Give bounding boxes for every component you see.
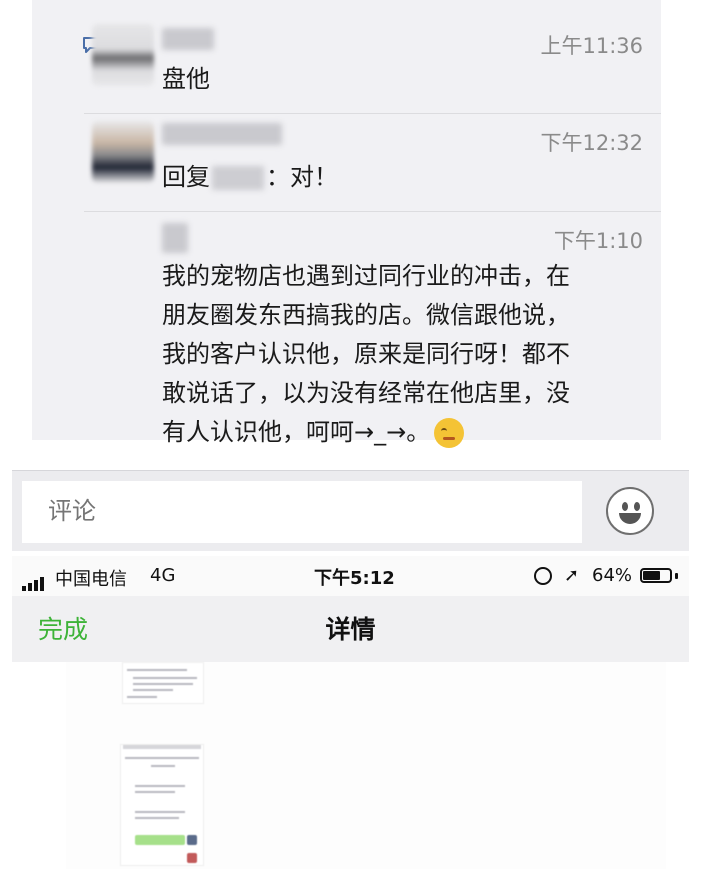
- comment-text: 回复 ：对！: [162, 158, 338, 197]
- comment-panel: 上午11:36 盘他 下午12:32 回复 ：对！ 下午1:10 我的宠物店也遇到…: [32, 0, 661, 448]
- comment-input-bar: [12, 470, 689, 551]
- network-type: 4G: [150, 565, 176, 586]
- avatar[interactable]: [92, 24, 154, 86]
- nav-bar: 完成 详情: [12, 596, 689, 662]
- comment-item[interactable]: 上午11:36 盘他: [32, 0, 661, 110]
- screenshot-thumbnail[interactable]: [120, 744, 204, 866]
- smiley-emoji-icon: [434, 418, 465, 448]
- comment-text: 我的宠物店也遇到过同行业的冲击，在 朋友圈发东西搞我的店。微信跟他说， 我的客户…: [162, 257, 642, 452]
- battery-tip: [675, 573, 678, 579]
- avatar[interactable]: [92, 121, 154, 183]
- comment-time: 下午1:10: [553, 229, 643, 253]
- commenter-avatar-blurred[interactable]: [162, 223, 188, 253]
- page-title: 详情: [325, 615, 376, 644]
- comment-time: 下午12:32: [540, 131, 643, 155]
- commenter-name[interactable]: [162, 123, 282, 145]
- signal-icon: [22, 570, 46, 591]
- rotation-lock-icon: [534, 567, 552, 585]
- comment-time: 上午11:36: [540, 34, 643, 58]
- eye: [622, 502, 628, 511]
- replied-user-name[interactable]: [212, 166, 264, 190]
- status-time: 下午5:12: [314, 568, 395, 589]
- eye: [634, 502, 640, 511]
- mouth: [619, 513, 641, 524]
- battery-icon: [640, 568, 672, 583]
- comment-input[interactable]: [22, 481, 582, 543]
- reply-prefix: 回复: [162, 163, 210, 191]
- comment-text-body: 我的宠物店也遇到过同行业的冲击，在 朋友圈发东西搞我的店。微信跟他说， 我的客户…: [162, 262, 570, 446]
- battery-percent: 64%: [592, 565, 633, 586]
- carrier-name: 中国电信: [55, 569, 127, 590]
- image-preview-area[interactable]: [66, 662, 666, 869]
- battery-fill: [643, 571, 660, 580]
- comment-item[interactable]: 下午1:10 我的宠物店也遇到过同行业的冲击，在 朋友圈发东西搞我的店。微信跟他…: [32, 211, 661, 448]
- smiley-face-icon[interactable]: [606, 487, 654, 535]
- reply-content: ：对！: [266, 163, 338, 191]
- location-arrow-icon: ➚: [564, 565, 580, 586]
- status-bar: 中国电信 4G 下午5:12 ➚ 64%: [12, 556, 689, 596]
- comment-text: 盘他: [162, 65, 210, 93]
- commenter-name[interactable]: [162, 28, 214, 50]
- comment-item[interactable]: 下午12:32 回复 ：对！: [32, 113, 661, 211]
- screenshot-thumbnail[interactable]: [122, 662, 204, 704]
